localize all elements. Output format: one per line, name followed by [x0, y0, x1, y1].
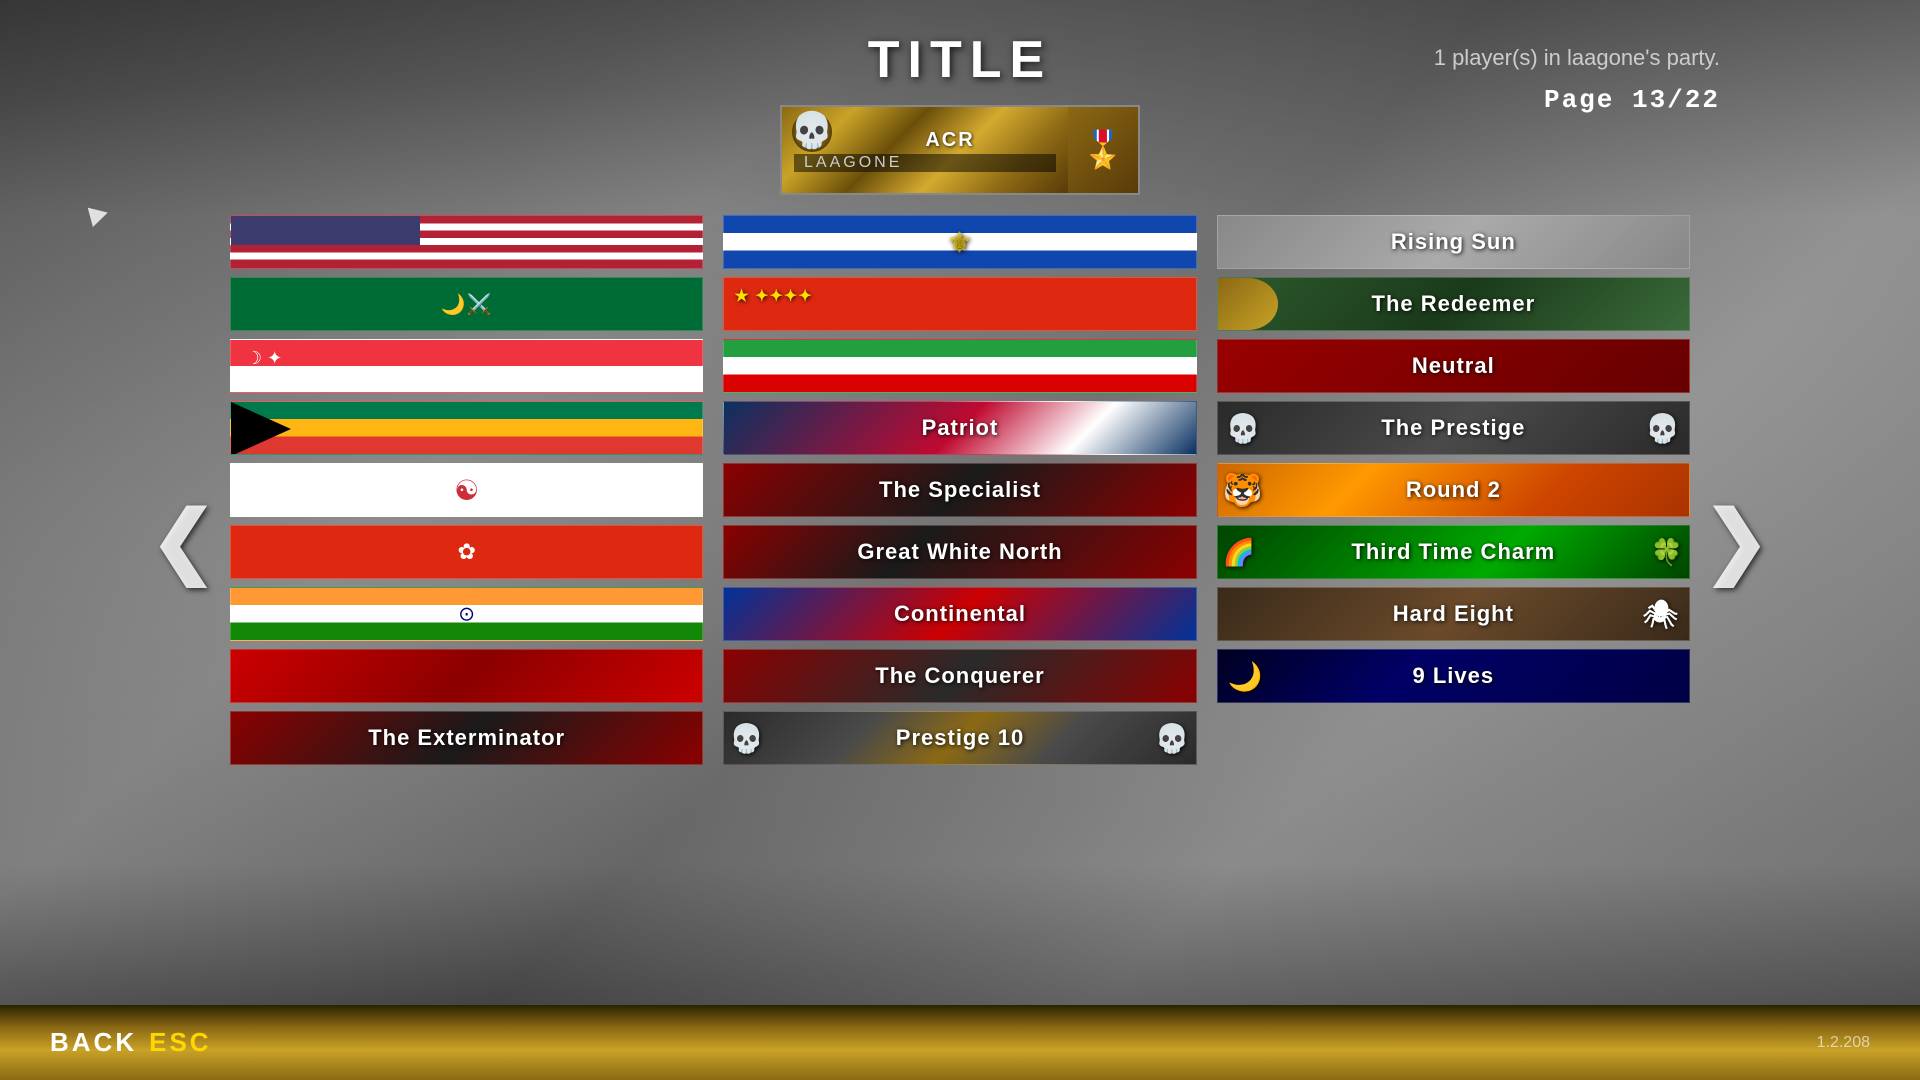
- title-item-specialist[interactable]: The Specialist: [723, 463, 1196, 517]
- flag-item-saudi[interactable]: [230, 277, 703, 331]
- special-item-9lives[interactable]: 9 Lives: [1217, 649, 1690, 703]
- special-label: 9 Lives: [1413, 663, 1495, 689]
- special-item-round2[interactable]: Round 2: [1217, 463, 1690, 517]
- player-acr-label: ACR: [794, 129, 1056, 152]
- special-label: Third Time Charm: [1351, 539, 1555, 565]
- special-label: Hard Eight: [1393, 601, 1514, 627]
- flag-item-singapore[interactable]: [230, 339, 703, 393]
- cursor: [88, 203, 111, 227]
- special-label: Rising Sun: [1391, 229, 1516, 255]
- special-label: Prestige 10: [896, 725, 1024, 751]
- title-label: Continental: [894, 601, 1026, 627]
- title-label: Great White North: [857, 539, 1062, 565]
- special-item-third-time[interactable]: Third Time Charm: [1217, 525, 1690, 579]
- player-name: LAAGONE: [794, 154, 1056, 172]
- special-label: Neutral: [1412, 353, 1495, 379]
- player-card[interactable]: ACR LAAGONE 🎖️: [780, 105, 1140, 195]
- player-banner: ACR LAAGONE: [782, 107, 1068, 193]
- title-grid: Rising Sun The Redeemer Neutral Patriot …: [230, 215, 1690, 765]
- title-label: The Conquerer: [875, 663, 1044, 689]
- flag-item-generic1[interactable]: [230, 649, 703, 703]
- flag-item-hong-kong[interactable]: [230, 525, 703, 579]
- player-emblem: 🎖️: [1068, 107, 1138, 193]
- title-item-conquerer[interactable]: The Conquerer: [723, 649, 1196, 703]
- back-label: BACK: [50, 1027, 137, 1058]
- special-label: The Redeemer: [1372, 291, 1536, 317]
- special-item-neutral[interactable]: Neutral: [1217, 339, 1690, 393]
- flag-item-usa[interactable]: [230, 215, 703, 269]
- nav-arrow-right[interactable]: ❯: [1703, 494, 1770, 587]
- special-item-hard-eight[interactable]: Hard Eight: [1217, 587, 1690, 641]
- special-label: Round 2: [1406, 477, 1501, 503]
- title-label: The Exterminator: [368, 725, 565, 751]
- title-item-china[interactable]: [723, 277, 1196, 331]
- page-number: Page 13/22: [1544, 85, 1720, 115]
- flag-item-south-korea[interactable]: [230, 463, 703, 517]
- nav-arrow-left[interactable]: ❮: [150, 494, 217, 587]
- title-label: Patriot: [922, 415, 999, 441]
- flag-item-south-africa[interactable]: [230, 401, 703, 455]
- special-item-rising-sun[interactable]: Rising Sun: [1217, 215, 1690, 269]
- title-item-patriot[interactable]: Patriot: [723, 401, 1196, 455]
- flag-item-india[interactable]: [230, 587, 703, 641]
- special-item-prestige[interactable]: The Prestige: [1217, 401, 1690, 455]
- special-item-prestige10[interactable]: Prestige 10: [723, 711, 1196, 765]
- title-item-gwn[interactable]: Great White North: [723, 525, 1196, 579]
- bottom-bar: BACK ESC 1.2.208: [0, 1005, 1920, 1080]
- back-key[interactable]: ESC: [149, 1027, 211, 1058]
- title-label: The Specialist: [879, 477, 1041, 503]
- special-label: The Prestige: [1381, 415, 1525, 441]
- special-item-redeemer[interactable]: The Redeemer: [1217, 277, 1690, 331]
- title-item-exterminator[interactable]: The Exterminator: [230, 711, 703, 765]
- title-item-el-salvador[interactable]: [723, 215, 1196, 269]
- title-item-iran[interactable]: [723, 339, 1196, 393]
- title-item-continental[interactable]: Continental: [723, 587, 1196, 641]
- version-label: 1.2.208: [1817, 1034, 1870, 1052]
- party-info: 1 player(s) in laagone's party.: [1434, 45, 1720, 71]
